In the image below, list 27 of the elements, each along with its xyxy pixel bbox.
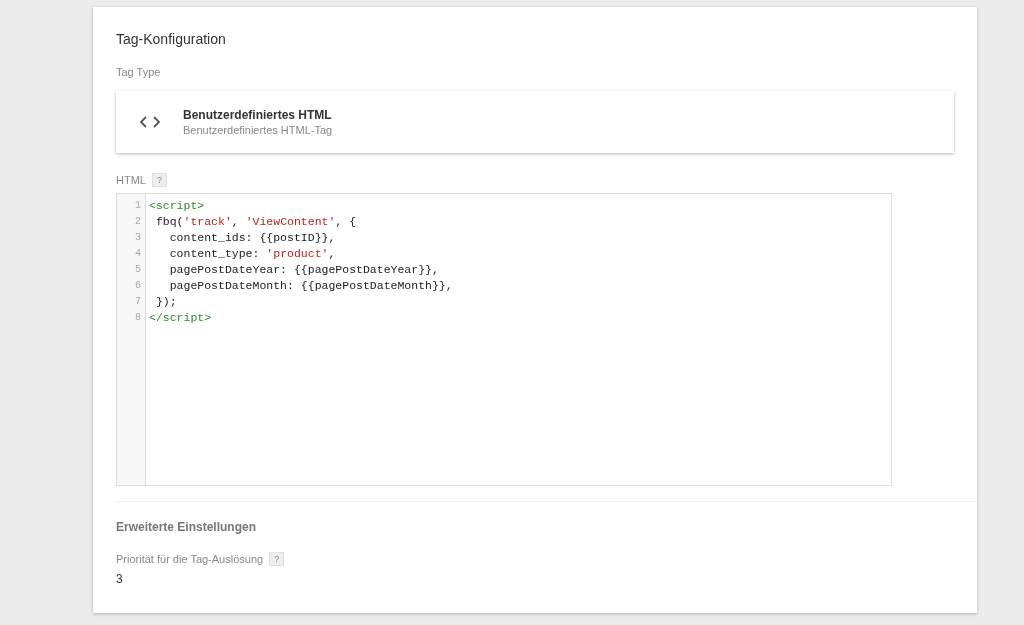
line-number: 6 [134, 279, 142, 293]
code-line: fbq('track', 'ViewContent', { [154, 214, 358, 230]
priority-value: 3 [116, 572, 124, 586]
tag-type-name: Benutzerdefiniertes HTML [183, 108, 333, 122]
line-number: 7 [134, 295, 142, 309]
code-line: <script> [149, 198, 206, 214]
code-line: pagePostDateYear: {{pagePostDateYear}}, [168, 262, 440, 278]
tag-type-description: Benutzerdefiniertes HTML-Tag [183, 124, 333, 136]
line-number: 2 [134, 215, 142, 229]
code-line: pagePostDateMonth: {{pagePostDateMonth}}, [168, 278, 453, 294]
field-label: Tag Type [116, 66, 162, 78]
section-title: Erweiterte Einstellungen [116, 520, 258, 534]
code-editor[interactable]: 1 2 3 4 5 6 7 8 <script> fbq('track', 'ViewContent', { content_ids: {{postID}}, content_type: 'product', pagePostDateYear: {{pagePostDateYear}}, pagePostDateMonth: {{pagePostDateMonth}}, }); </script> [116, 193, 892, 486]
field-label: Priorität für die Tag-Auslösung [116, 553, 264, 565]
tag-type-card[interactable]: Benutzerdefiniertes HTML Benutzerdefiniertes HTML-Tag [116, 91, 954, 153]
line-number: 5 [134, 263, 142, 277]
line-number: 3 [134, 231, 142, 245]
code-brackets-icon [140, 116, 160, 128]
field-label: HTML [116, 174, 146, 186]
section-title: Tag-Konfiguration [116, 31, 227, 49]
code-line: </script> [149, 310, 213, 326]
line-number: 4 [134, 247, 142, 261]
code-line: content_ids: {{postID}}, [168, 230, 337, 246]
line-number: 1 [134, 199, 142, 213]
code-line: }); [154, 294, 178, 310]
code-line: content_type: 'product', [168, 246, 337, 262]
line-number: 8 [134, 311, 142, 325]
